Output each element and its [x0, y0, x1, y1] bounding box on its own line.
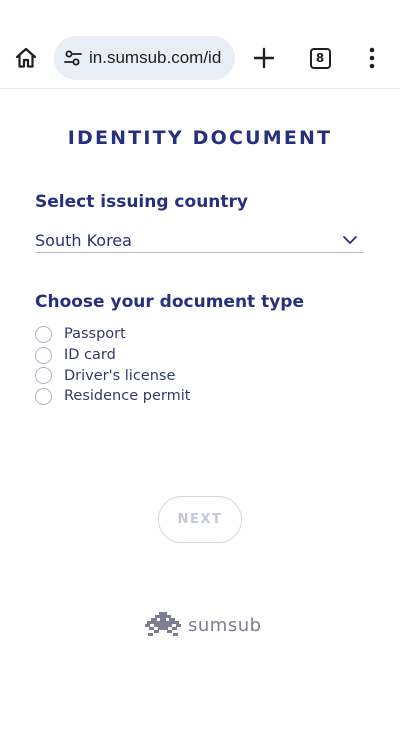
tab-switcher-icon: 8 — [309, 47, 331, 69]
sumsub-mark-icon — [145, 612, 181, 636]
doc-type-option-residence-permit[interactable]: Residence permit — [35, 386, 190, 407]
doc-type-option-drivers-license[interactable]: Driver's license — [35, 365, 190, 386]
doc-type-radio-group: Passport ID card Driver's license Reside… — [35, 324, 190, 407]
radio-button[interactable] — [35, 387, 52, 405]
url-text: in.sumsub.com/id — [89, 48, 222, 67]
country-select[interactable]: South Korea — [35, 228, 364, 253]
doc-type-section-label: Choose your document type — [35, 292, 304, 312]
doc-type-option-passport[interactable]: Passport — [35, 324, 190, 345]
sumsub-wordmark: sumsub — [188, 614, 262, 636]
radio-label: Residence permit — [64, 388, 191, 405]
radio-button[interactable] — [35, 346, 52, 364]
site-settings-icon[interactable] — [62, 47, 84, 69]
more-options-button[interactable] — [360, 44, 384, 72]
page-title: IDENTITY DOCUMENT — [67, 127, 333, 149]
country-section-label: Select issuing country — [35, 192, 248, 212]
country-value: South Korea — [35, 230, 132, 250]
radio-button[interactable] — [35, 367, 52, 385]
plus-icon — [253, 47, 275, 69]
browser-toolbar: in.sumsub.com/id 8 — [0, 0, 400, 89]
radio-label: Passport — [64, 326, 126, 343]
home-icon — [15, 47, 37, 68]
radio-label: Driver's license — [64, 367, 176, 384]
more-vert-icon — [369, 47, 375, 69]
next-button[interactable]: NEXT — [158, 496, 242, 543]
chevron-down-icon — [343, 236, 357, 244]
sumsub-logo: sumsub — [145, 612, 262, 638]
doc-type-option-id-card[interactable]: ID card — [35, 345, 190, 366]
radio-label: ID card — [64, 347, 116, 364]
tab-switcher-button[interactable]: 8 — [306, 44, 334, 72]
address-bar[interactable]: in.sumsub.com/id — [54, 36, 235, 80]
new-tab-button[interactable] — [250, 44, 278, 72]
home-button[interactable] — [12, 44, 40, 72]
radio-button[interactable] — [35, 325, 52, 343]
